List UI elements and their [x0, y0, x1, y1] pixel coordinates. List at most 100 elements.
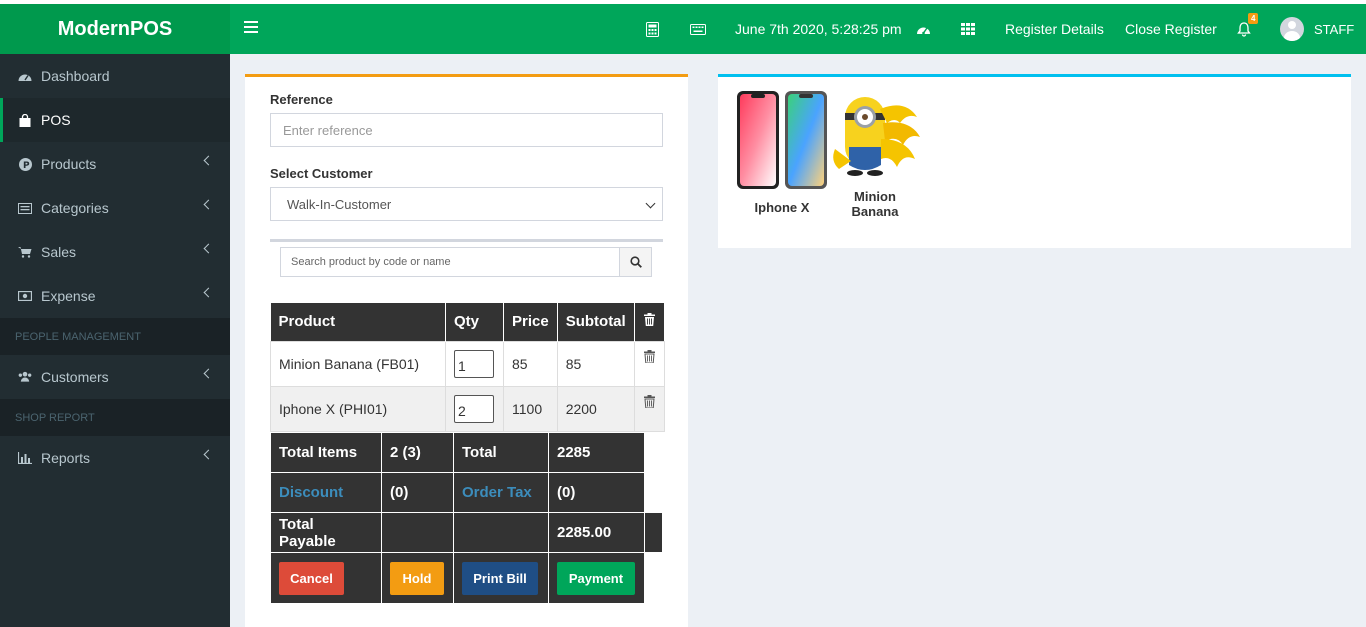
- sidebar-item-label: POS: [41, 112, 71, 128]
- cart-header-row: Product Qty Price Subtotal: [270, 303, 665, 341]
- cart-price: 85: [503, 340, 558, 387]
- discount-link[interactable]: Discount: [270, 472, 382, 513]
- order-tax-value: (0): [548, 472, 645, 513]
- minion-banana-image: [833, 97, 920, 176]
- sidebar-item-categories[interactable]: Categories: [0, 186, 230, 230]
- discount-value: (0): [381, 472, 454, 513]
- product-search-box: Search product by code or name: [270, 239, 663, 281]
- sidebar: Dashboard POS P Products Categories Sale…: [0, 54, 230, 627]
- hold-button[interactable]: Hold: [390, 561, 444, 595]
- order-tax-link[interactable]: Order Tax: [453, 472, 549, 513]
- datetime-display: June 7th 2020, 5:28:25 pm: [735, 21, 902, 37]
- product-grid-panel: Iphone X Minion Banana: [718, 74, 1351, 248]
- register-details-link[interactable]: Register Details: [1005, 4, 1104, 54]
- cart-price: 1100: [503, 385, 558, 432]
- sidebar-item-dashboard[interactable]: Dashboard: [0, 54, 230, 98]
- sidebar-item-expense[interactable]: Expense: [0, 274, 230, 318]
- pos-cart-panel: Reference Enter reference Select Custome…: [245, 74, 688, 627]
- total-payable-label: Total Payable: [270, 512, 382, 553]
- app-logo[interactable]: ModernPOS: [0, 4, 230, 54]
- product-name: Iphone X: [754, 200, 810, 215]
- sidebar-item-reports[interactable]: Reports: [0, 436, 230, 480]
- trash-icon: [643, 394, 655, 408]
- total-value: 2285: [548, 432, 645, 473]
- total-payable-value: 2285.00: [548, 512, 645, 553]
- sidebar-item-label: Customers: [41, 369, 109, 385]
- user-menu[interactable]: STAFF: [1280, 4, 1354, 54]
- table-row: Iphone X (PHI01) 2 1100 2200: [270, 385, 665, 432]
- cart-icon: [18, 245, 32, 259]
- product-name: Minion Banana: [851, 189, 899, 219]
- column-header-qty: Qty: [445, 303, 504, 341]
- remove-item-button[interactable]: [633, 385, 665, 432]
- sidebar-item-label: Categories: [41, 200, 109, 216]
- sidebar-item-label: Dashboard: [41, 68, 110, 84]
- totals-table: Total Items 2 (3) Total 2285 Discount (0…: [270, 432, 663, 604]
- cart-subtotal: 2200: [556, 385, 635, 432]
- notification-badge: 4: [1248, 13, 1259, 24]
- total-items-label: Total Items: [270, 432, 382, 473]
- chevron-down-icon: [645, 198, 656, 209]
- hamburger-menu-icon[interactable]: [244, 21, 258, 33]
- iphone-image: [737, 91, 827, 189]
- trash-icon: [643, 313, 655, 327]
- cart-table: Product Qty Price Subtotal Minion Banana…: [270, 303, 665, 432]
- cancel-button[interactable]: Cancel: [279, 561, 344, 595]
- clear-cart-button[interactable]: [634, 303, 665, 341]
- print-bill-button[interactable]: Print Bill: [462, 561, 538, 595]
- top-navbar: June 7th 2020, 5:28:25 pm Register Detai…: [230, 4, 1366, 54]
- total-label: Total: [453, 432, 549, 473]
- total-items-value: 2 (3): [381, 432, 454, 473]
- reference-label: Reference: [270, 92, 333, 107]
- quantity-input[interactable]: 2: [454, 394, 494, 423]
- column-header-price: Price: [503, 303, 558, 341]
- chevron-left-icon: [203, 155, 214, 166]
- customer-select[interactable]: Walk-In-Customer: [270, 187, 663, 221]
- sidebar-item-label: Sales: [41, 244, 77, 260]
- quantity-input[interactable]: 1: [454, 349, 494, 378]
- user-name: STAFF: [1314, 21, 1355, 37]
- sidebar-item-label: Reports: [41, 450, 91, 466]
- dashboard-gauge-icon[interactable]: [916, 4, 931, 54]
- customer-label: Select Customer: [270, 166, 373, 181]
- app-title: ModernPOS: [57, 17, 173, 40]
- chevron-left-icon: [203, 368, 214, 379]
- customer-selected-value: Walk-In-Customer: [287, 196, 392, 212]
- calculator-icon[interactable]: [646, 4, 659, 54]
- product-card-minion-banana[interactable]: Minion Banana: [828, 89, 922, 219]
- table-row: Minion Banana (FB01) 1 85 85: [270, 340, 665, 387]
- svg-text:P: P: [23, 161, 30, 171]
- sidebar-item-pos[interactable]: POS: [0, 98, 230, 142]
- section-header-people-management: PEOPLE MANAGEMENT: [0, 318, 230, 355]
- cart-subtotal: 85: [556, 340, 635, 387]
- product-icon: P: [18, 157, 32, 171]
- sidebar-item-customers[interactable]: Customers: [0, 355, 230, 399]
- bar-chart-icon: [18, 451, 32, 465]
- cart-product-name: Iphone X (PHI01): [270, 385, 446, 432]
- sidebar-item-label: Products: [41, 156, 97, 172]
- product-search-input[interactable]: Search product by code or name: [280, 247, 620, 277]
- sidebar-item-sales[interactable]: Sales: [0, 230, 230, 274]
- sidebar-item-label: Expense: [41, 288, 96, 304]
- sidebar-item-products[interactable]: P Products: [0, 142, 230, 186]
- column-header-product: Product: [270, 303, 446, 341]
- avatar: [1280, 17, 1304, 41]
- payment-button[interactable]: Payment: [557, 561, 635, 595]
- chevron-left-icon: [203, 287, 214, 298]
- list-icon: [18, 201, 32, 215]
- remove-item-button[interactable]: [633, 340, 665, 387]
- users-icon: [18, 370, 32, 384]
- trash-icon: [643, 349, 655, 363]
- close-register-link[interactable]: Close Register: [1125, 4, 1217, 54]
- product-card-iphone-x[interactable]: Iphone X: [732, 89, 832, 215]
- section-header-shop-report: SHOP REPORT: [0, 399, 230, 436]
- grid-apps-icon[interactable]: [961, 4, 975, 54]
- notification-bell-icon[interactable]: [1237, 4, 1251, 54]
- cart-product-name: Minion Banana (FB01): [270, 340, 446, 387]
- search-button[interactable]: [619, 247, 652, 277]
- shopping-bag-icon: [18, 113, 32, 127]
- chevron-left-icon: [203, 449, 214, 460]
- reference-input[interactable]: Enter reference: [270, 113, 663, 147]
- chevron-left-icon: [203, 243, 214, 254]
- keyboard-icon[interactable]: [690, 4, 706, 54]
